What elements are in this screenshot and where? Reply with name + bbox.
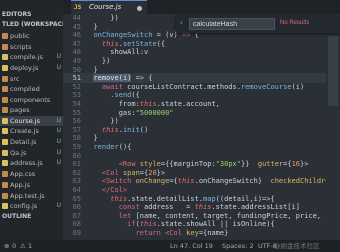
sidebar-item-label: src — [10, 75, 20, 83]
explorer-sidebar: EDITORS TLED (WORKSPACE) public scripts comp… — [0, 0, 63, 240]
cursor-position[interactable]: Ln 47, Col 19 — [170, 240, 213, 252]
code-editor[interactable]: 44 }) 45 } 46 onChangeSwitch = (v) => {47 … — [63, 14, 340, 240]
file-icon — [2, 182, 8, 188]
tab-label: Course.js — [89, 3, 122, 11]
js-file-icon: JS — [74, 4, 82, 11]
git-status-badge: U — [56, 202, 61, 209]
sidebar-item-label: config.js — [10, 202, 38, 210]
sidebar-item-label: pages — [10, 106, 30, 114]
sidebar-item-label: App.css — [10, 170, 36, 178]
file-icon — [2, 203, 8, 209]
sidebar-item-label: EDITORS — [2, 11, 32, 18]
sidebar-item[interactable]: components — [0, 95, 63, 105]
file-icon — [2, 128, 8, 134]
code-token: key — [181, 229, 199, 237]
sidebar-item[interactable]: App.test.js — [0, 191, 63, 201]
sidebar-item-label: Detail.js — [10, 138, 37, 146]
file-icon — [2, 171, 8, 177]
sidebar-item-label: TLED (WORKSPACE) — [2, 21, 63, 28]
minimap-viewport[interactable] — [328, 36, 338, 106]
sidebar-item-label: compiled — [10, 85, 40, 93]
sidebar-item-label: OUTLINE — [2, 213, 32, 220]
status-bar: ⊗ 0 ⚠ 1 Ln 47, Col 19 Spaces: 2 UTF-8 @掘… — [0, 240, 340, 252]
tab-course-js[interactable]: JS Course.js — [71, 0, 147, 14]
code-token: <Col — [160, 229, 182, 237]
file-icon — [2, 160, 8, 166]
git-status-badge: U — [56, 53, 61, 60]
sidebar-item[interactable]: App.css — [0, 169, 63, 179]
sidebar-item[interactable]: config.js U — [0, 201, 63, 211]
find-widget: › No Results — [176, 15, 340, 33]
sidebar-item-label: Course.js — [10, 117, 40, 125]
sidebar-item-label: address.js — [10, 159, 43, 167]
git-status-badge: U — [56, 64, 61, 71]
sidebar-item[interactable]: pages — [0, 105, 63, 115]
git-status-badge: U — [56, 138, 61, 145]
git-status-badge: U — [56, 127, 61, 134]
sidebar-item[interactable]: OUTLINE — [0, 212, 63, 222]
unsaved-dot-icon[interactable] — [137, 6, 142, 11]
sidebar-item-label: App.js — [10, 181, 30, 189]
git-status-badge: U — [56, 149, 61, 156]
sidebar-item[interactable]: Detail.js U — [0, 137, 63, 147]
sidebar-item[interactable]: address.js U — [0, 158, 63, 168]
line-number: 69 — [72, 229, 81, 237]
warnings-icon[interactable]: ⚠ — [20, 240, 26, 252]
sidebar-item-label: App.test.js — [10, 192, 45, 200]
folder-icon — [2, 76, 8, 82]
sidebar-item-label: deploy.js — [10, 64, 39, 72]
file-icon — [2, 65, 8, 71]
errors-icon[interactable]: ⊗ — [4, 240, 9, 252]
sidebar-item[interactable]: EDITORS — [0, 10, 63, 20]
folder-icon — [2, 33, 8, 39]
sidebar-item[interactable]: deploy.js U — [0, 63, 63, 73]
code-token: ={ — [198, 229, 208, 237]
editor-window: EDITORS TLED (WORKSPACE) public scripts comp… — [0, 0, 340, 252]
code-token: return — [135, 229, 161, 237]
file-icon — [2, 139, 8, 145]
sidebar-item-label: public — [10, 32, 30, 40]
file-icon — [2, 193, 8, 199]
code-text: return <Col key={name} — [85, 228, 229, 238]
sidebar-item-label: scripts — [10, 43, 32, 51]
sidebar-item-label: components — [10, 96, 51, 104]
indentation[interactable]: Spaces: 2 — [222, 240, 254, 252]
error-count[interactable]: 0 — [12, 240, 16, 252]
sidebar-item-label: Qa.js — [10, 149, 27, 157]
folder-icon — [2, 97, 8, 103]
minimap[interactable] — [326, 14, 340, 240]
sidebar-item[interactable]: src — [0, 74, 63, 84]
folder-icon — [2, 86, 8, 92]
sidebar-item[interactable]: compiled — [0, 84, 63, 94]
code-token: name — [207, 229, 225, 237]
warning-count[interactable]: 1 — [28, 240, 32, 252]
folder-icon — [2, 44, 8, 50]
tab-bar: JS Course.js — [63, 0, 340, 14]
file-icon — [2, 118, 8, 124]
sidebar-item[interactable]: App.js — [0, 180, 63, 190]
git-status-badge: U — [56, 159, 61, 166]
sidebar-item[interactable]: Create.js U — [0, 126, 63, 136]
sidebar-item[interactable]: public — [0, 31, 63, 41]
code-token: } — [224, 229, 229, 237]
sidebar-item[interactable]: Course.js U — [0, 116, 63, 126]
watermark: @掘金技术社区 — [274, 242, 320, 250]
file-icon — [2, 54, 8, 60]
git-status-badge: U — [56, 117, 61, 124]
sidebar-item[interactable]: TLED (WORKSPACE) — [0, 20, 63, 30]
sidebar-item-label: compile.js — [10, 53, 43, 61]
sidebar-item[interactable]: compile.js U — [0, 52, 63, 62]
sidebar-item[interactable]: scripts — [0, 42, 63, 52]
code-line[interactable]: 69 return <Col key={name} — [63, 228, 340, 238]
folder-icon — [2, 107, 8, 113]
find-input[interactable] — [189, 18, 275, 30]
toggle-replace-icon[interactable]: › — [180, 19, 183, 27]
find-result-count: No Results — [280, 20, 310, 26]
sidebar-item-label: Create.js — [10, 127, 39, 135]
sidebar-item[interactable]: Qa.js U — [0, 148, 63, 158]
file-icon — [2, 150, 8, 156]
